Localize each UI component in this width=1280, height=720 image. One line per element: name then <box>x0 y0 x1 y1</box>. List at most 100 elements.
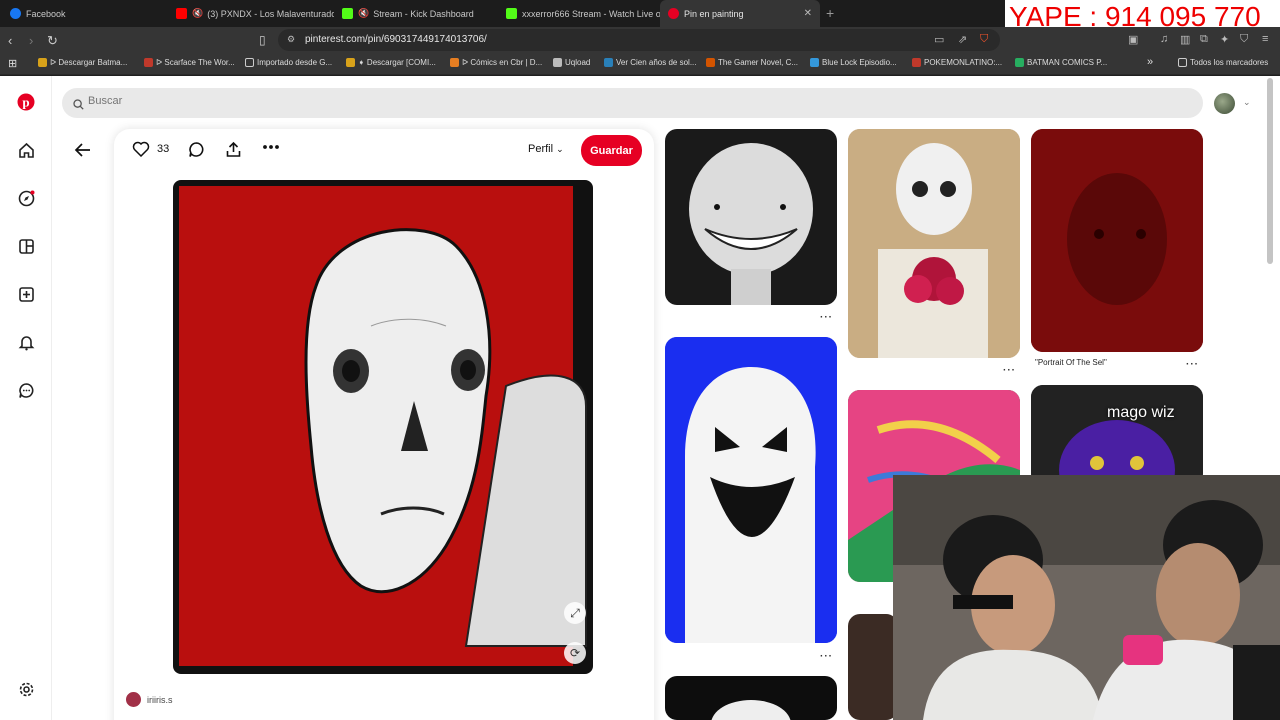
bookmark-item[interactable]: The Gamer Novel, C... <box>706 58 798 67</box>
settings-icon[interactable] <box>17 680 35 698</box>
menu-icon[interactable]: ≡ <box>1262 33 1268 45</box>
site-icon <box>346 58 355 67</box>
all-bookmarks[interactable]: Todos los marcadores <box>1178 58 1268 67</box>
bookmark-item[interactable]: Uqload <box>553 58 590 67</box>
tab-kick-stream[interactable]: xxxerror666 Stream - Watch Live on <box>498 0 660 27</box>
bookmark-item[interactable]: ➧ Descargar [COMI... <box>346 58 436 67</box>
pin-owner[interactable]: iriiris.s <box>126 692 173 707</box>
related-pin[interactable] <box>848 129 1020 358</box>
bookmark-item[interactable]: ᐅ Descargar Batma... <box>38 58 127 67</box>
bookmark-item[interactable]: ᐅ Scarface The Wor... <box>144 58 235 67</box>
back-arrow-icon[interactable] <box>74 142 92 163</box>
mute-icon: 🔇 <box>358 8 370 18</box>
vpn-icon[interactable]: ⛉ <box>1240 33 1248 46</box>
save-button[interactable]: Guardar <box>581 135 642 166</box>
kick-icon <box>506 8 517 19</box>
bookmark-item[interactable]: Blue Lock Episodio... <box>810 58 897 67</box>
folder-icon <box>1178 58 1187 67</box>
reload-icon[interactable]: ↻ <box>47 33 58 49</box>
messages-icon[interactable] <box>17 381 35 399</box>
extensions-icon[interactable]: ⧉ <box>1200 33 1208 46</box>
avatar[interactable] <box>1214 93 1235 114</box>
more-options-icon[interactable] <box>262 144 280 150</box>
search-icon <box>73 97 84 115</box>
puzzle-icon[interactable]: ✦ <box>1220 33 1229 46</box>
share-icon[interactable] <box>225 141 242 158</box>
tab-facebook[interactable]: Facebook <box>2 0 170 27</box>
bookmark-icon[interactable]: ▯ <box>259 33 266 47</box>
bookmark-item[interactable]: POKEMONLATINO:... <box>912 58 1002 67</box>
facebook-icon <box>10 8 21 19</box>
notifications-icon[interactable] <box>17 333 35 351</box>
owner-name: iriiris.s <box>147 694 173 705</box>
home-icon[interactable] <box>17 141 35 159</box>
tab-label: Pin en painting <box>684 8 744 19</box>
pin-caption: "Portrait Of The Sel" <box>1035 358 1107 367</box>
url-text: pinterest.com/pin/690317449174013706/ <box>305 34 487 45</box>
search-input[interactable] <box>88 95 488 107</box>
related-pin[interactable] <box>665 676 837 720</box>
bookmark-item[interactable]: BATMAN COMICS P... <box>1015 58 1107 67</box>
bookmark-item[interactable]: Ver Cien años de sol... <box>604 58 697 67</box>
board-select[interactable]: Perfil ⌄ <box>528 143 564 155</box>
left-nav: p <box>0 76 52 720</box>
more-options-icon[interactable]: ··· <box>820 651 833 662</box>
more-bookmarks-icon[interactable]: » <box>1147 56 1153 68</box>
site-icon <box>450 58 459 67</box>
more-options-icon[interactable]: ··· <box>1003 365 1016 376</box>
site-info-icon[interactable]: ⚙ <box>287 34 295 45</box>
pin-image[interactable]: ⤢ ⟳ <box>166 176 600 678</box>
related-pin[interactable] <box>665 129 837 305</box>
folder-icon <box>245 58 254 67</box>
close-tab-icon[interactable]: ✕ <box>804 8 812 19</box>
browser-toolbar: ‹ › ↻ ▯ ⚙ pinterest.com/pin/690317449174… <box>0 27 1280 53</box>
site-icon <box>706 58 715 67</box>
music-icon[interactable]: ♫ <box>1160 33 1168 45</box>
back-icon[interactable]: ‹ <box>8 33 12 48</box>
folder-icon <box>38 58 47 67</box>
address-bar[interactable]: ⚙ pinterest.com/pin/690317449174013706/ <box>278 29 1000 51</box>
bookmark-item[interactable]: Importado desde G... <box>245 58 332 67</box>
like-button[interactable]: 33 <box>132 141 169 157</box>
youtube-icon <box>176 8 187 19</box>
tab-label: Facebook <box>26 8 66 19</box>
cast-icon[interactable]: ▭ <box>934 33 944 46</box>
pinterest-logo-icon[interactable]: p <box>17 93 35 111</box>
pin-detail-card: 33 Perfil ⌄ Guardar ⤢ ⟳ iriiris.s <box>114 129 654 720</box>
heart-icon <box>132 141 150 157</box>
tab-label: Stream - Kick Dashboard <box>373 8 474 19</box>
apps-icon[interactable]: ⊞ <box>8 57 17 70</box>
webcam-overlay <box>893 475 1280 720</box>
wallet-icon[interactable]: ▣ <box>1128 33 1138 46</box>
more-options-icon[interactable]: ··· <box>1186 359 1199 370</box>
tab-label: (3) PXNDX - Los Malaventurados <box>207 8 334 19</box>
tab-kick-dashboard[interactable]: 🔇 Stream - Kick Dashboard <box>334 0 498 27</box>
site-icon <box>553 58 562 67</box>
pinterest-icon <box>668 8 679 19</box>
like-count: 33 <box>157 143 170 155</box>
related-pin[interactable] <box>665 337 837 643</box>
mute-icon: 🔇 <box>192 8 204 18</box>
sidebar-toggle-icon[interactable]: ▥ <box>1180 33 1190 46</box>
expand-icon[interactable]: ⤢ <box>564 602 586 624</box>
bookmark-item[interactable]: ᐅ Cómics en Cbr | D... <box>450 58 542 67</box>
forward-icon[interactable]: › <box>29 33 33 48</box>
tab-youtube[interactable]: 🔇 (3) PXNDX - Los Malaventurados <box>168 0 334 27</box>
more-options-icon[interactable]: ··· <box>820 312 833 323</box>
chevron-down-icon[interactable]: ⌄ <box>1243 97 1251 108</box>
comment-icon[interactable] <box>188 141 205 158</box>
related-pin[interactable] <box>1031 385 1203 485</box>
site-icon <box>912 58 921 67</box>
brave-shield-icon[interactable]: ⛉ <box>980 33 988 46</box>
new-tab-icon[interactable]: + <box>826 5 834 21</box>
related-pin[interactable] <box>848 614 898 720</box>
share-icon[interactable]: ⇗ <box>958 33 967 46</box>
boards-icon[interactable] <box>17 237 35 255</box>
create-icon[interactable] <box>17 285 35 303</box>
related-pin[interactable] <box>1031 129 1203 352</box>
visual-search-icon[interactable]: ⟳ <box>564 642 586 664</box>
explore-icon[interactable] <box>17 189 35 207</box>
scrollbar[interactable] <box>1267 78 1273 264</box>
tab-pinterest[interactable]: Pin en painting ✕ <box>660 0 820 27</box>
site-icon <box>1015 58 1024 67</box>
